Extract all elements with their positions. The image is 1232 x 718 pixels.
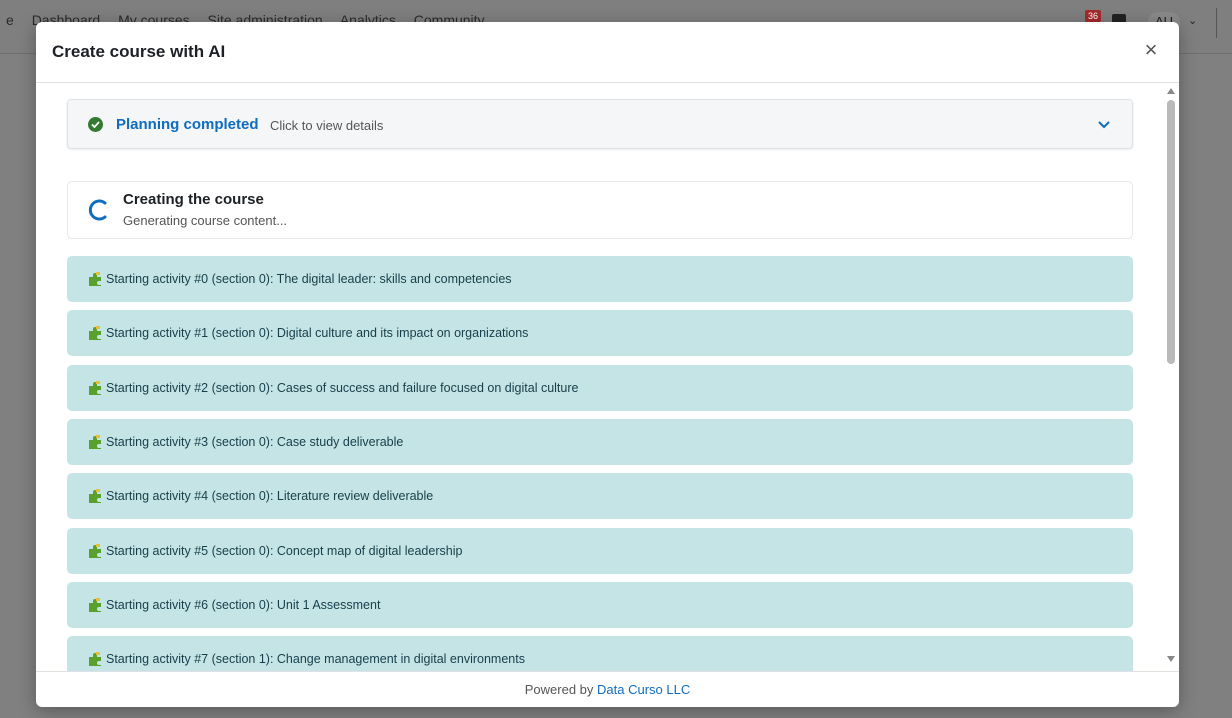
planning-title: Planning completed	[116, 116, 259, 133]
activity-text: Starting activity #0 (section 0): The di…	[106, 272, 512, 286]
nav-item: e	[6, 12, 14, 28]
puzzle-icon	[87, 434, 103, 450]
activity-item: Starting activity #1 (section 0): Digita…	[67, 310, 1133, 357]
planning-hint: Click to view details	[270, 118, 384, 133]
puzzle-icon	[87, 271, 103, 287]
activity-item: Starting activity #7 (section 1): Change…	[67, 636, 1133, 672]
footer-link[interactable]: Data Curso LLC	[597, 682, 690, 697]
planning-accordion[interactable]: Planning completed Click to view details	[67, 99, 1133, 149]
activity-text: Starting activity #6 (section 0): Unit 1…	[106, 597, 381, 612]
modal-header: Create course with AI ×	[36, 22, 1179, 83]
activity-item: Starting activity #0 (section 0): The di…	[67, 256, 1133, 302]
puzzle-icon	[87, 325, 103, 341]
scroll-down-icon[interactable]	[1167, 656, 1175, 662]
activity-item: Starting activity #4 (section 0): Litera…	[67, 473, 1133, 520]
activity-text: Starting activity #1 (section 0): Digita…	[106, 326, 529, 341]
check-circle-icon	[88, 117, 103, 132]
activity-text: Starting activity #7 (section 1): Change…	[106, 652, 525, 667]
puzzle-icon	[87, 597, 103, 613]
activity-item: Starting activity #3 (section 0): Case s…	[67, 418, 1133, 465]
close-button[interactable]: ×	[1141, 38, 1161, 62]
puzzle-icon	[87, 651, 103, 667]
puzzle-icon	[87, 488, 103, 504]
scroll-up-icon[interactable]	[1167, 88, 1175, 94]
status-title: Creating the course	[123, 191, 264, 208]
activity-text: Starting activity #2 (section 0): Cases …	[106, 380, 579, 395]
activity-item: Starting activity #5 (section 0): Concep…	[67, 527, 1133, 574]
close-icon: ×	[1144, 37, 1158, 62]
activity-text: Starting activity #3 (section 0): Case s…	[106, 434, 404, 449]
puzzle-icon	[87, 380, 103, 396]
modal-body[interactable]: Planning completed Click to view details…	[36, 84, 1179, 672]
modal-footer: Powered by Data Curso LLC	[36, 671, 1179, 707]
activity-item: Starting activity #6 (section 0): Unit 1…	[67, 581, 1133, 628]
scroll-thumb[interactable]	[1167, 100, 1175, 364]
activity-text: Starting activity #5 (section 0): Concep…	[106, 543, 463, 558]
create-course-modal: Create course with AI × Planning complet…	[36, 22, 1179, 707]
divider	[1216, 8, 1217, 38]
spinner-icon	[86, 197, 110, 223]
puzzle-icon	[87, 543, 103, 559]
footer-prefix: Powered by	[524, 682, 594, 697]
activity-item: Starting activity #2 (section 0): Cases …	[67, 364, 1133, 411]
status-subtitle: Generating course content...	[123, 213, 288, 228]
modal-title: Create course with AI	[52, 42, 226, 61]
activity-text: Starting activity #4 (section 0): Litera…	[106, 489, 434, 504]
chevron-down-icon[interactable]	[1096, 116, 1112, 132]
chevron-down-icon: ⌄	[1188, 15, 1198, 27]
notification-badge: 36	[1085, 10, 1101, 22]
status-card: Creating the course Generating course co…	[67, 181, 1133, 239]
scrollbar[interactable]	[1163, 84, 1179, 672]
